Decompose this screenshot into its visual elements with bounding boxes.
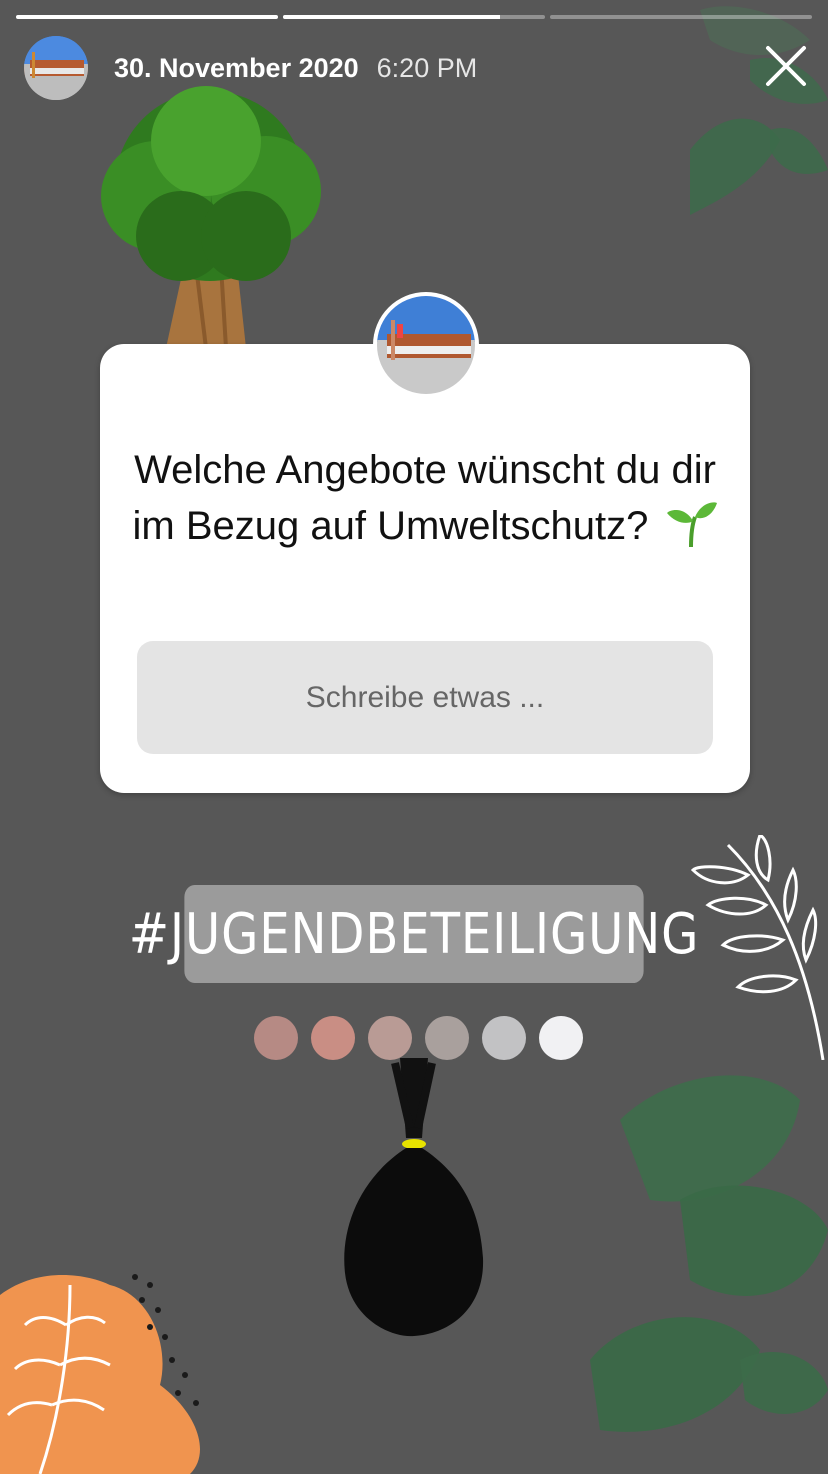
progress-segment	[16, 15, 278, 19]
progress-segment	[550, 15, 812, 19]
story-progress-bar	[16, 15, 812, 19]
color-dot	[311, 1016, 355, 1060]
school-building-icon	[24, 36, 88, 100]
color-dot	[254, 1016, 298, 1060]
story-time: 6:20 PM	[376, 52, 478, 83]
story-header: 30. November 2020 6:20 PM	[24, 36, 477, 100]
monstera-leaves-top-right-icon	[690, 6, 828, 215]
question-label: Welche Angebote wünscht du dir im Bezug …	[132, 448, 716, 548]
question-text: Welche Angebote wünscht du dir im Bezug …	[130, 442, 720, 554]
answer-input[interactable]: Schreibe etwas ...	[137, 641, 713, 754]
hashtag-sticker[interactable]: #JUGENDBETEILIGUNG	[129, 885, 698, 983]
school-building-icon	[377, 296, 475, 394]
close-icon[interactable]	[764, 44, 808, 88]
seedling-icon	[667, 502, 718, 548]
color-dot	[368, 1016, 412, 1060]
progress-fill	[16, 15, 278, 19]
monstera-leaves-bottom-right-icon	[590, 1075, 828, 1432]
story-date: 30. November 2020	[114, 52, 359, 83]
white-branch-icon	[690, 835, 825, 1060]
orange-leaf-icon	[0, 1274, 200, 1474]
story-view[interactable]: 30. November 2020 6:20 PM Welche Angebot…	[0, 0, 828, 1474]
color-dot	[425, 1016, 469, 1060]
progress-fill	[283, 15, 501, 19]
progress-segment	[283, 15, 545, 19]
sticker-avatar	[373, 292, 479, 398]
trash-bag-icon	[344, 1058, 484, 1337]
avatar[interactable]	[24, 36, 88, 100]
color-dot	[539, 1016, 583, 1060]
color-dots	[254, 1016, 583, 1060]
color-dot	[482, 1016, 526, 1060]
tree-icon	[101, 86, 321, 348]
question-sticker[interactable]: Welche Angebote wünscht du dir im Bezug …	[100, 344, 750, 793]
